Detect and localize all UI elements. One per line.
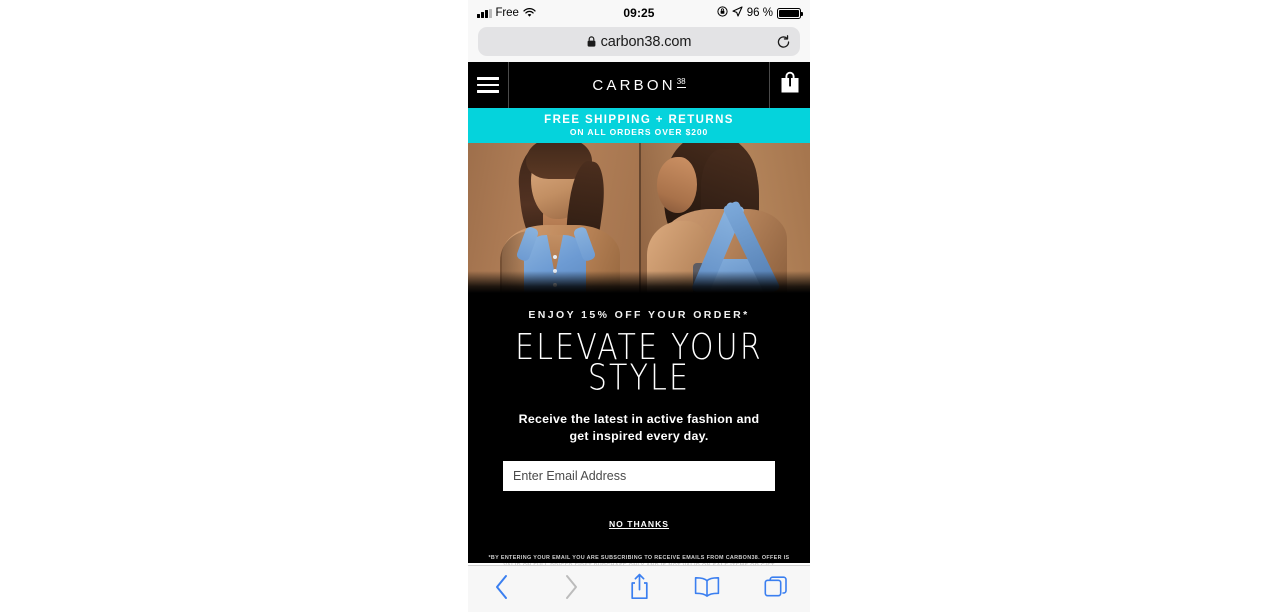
- email-field-row: [468, 460, 810, 492]
- chevron-right-icon: [562, 574, 579, 605]
- status-bar-right: 96 %: [717, 6, 803, 20]
- menu-button[interactable]: [468, 62, 508, 108]
- screenshot-canvas: Free 09:25 96 % carbon38.com CARBON 38 F…: [0, 0, 1280, 612]
- mobile-browser-viewport: Free 09:25 96 % carbon38.com CARBON 38 F…: [468, 0, 810, 612]
- orientation-lock-icon: [717, 6, 728, 20]
- share-icon: [629, 573, 650, 605]
- shopping-bag-icon: [779, 71, 801, 99]
- ios-status-bar: Free 09:25 96 %: [468, 0, 810, 26]
- status-bar-left: Free: [477, 7, 536, 19]
- offer-eyebrow: ENJOY 15% OFF YOUR ORDER*: [528, 309, 750, 321]
- cart-button[interactable]: [770, 62, 810, 108]
- reload-icon[interactable]: [776, 34, 791, 49]
- site-logo[interactable]: CARBON 38: [509, 62, 769, 108]
- carrier-label: Free: [495, 7, 519, 19]
- back-button[interactable]: [468, 566, 536, 612]
- model-profile-face: [657, 157, 697, 213]
- logo-wordmark: CARBON: [592, 76, 676, 94]
- lock-icon: [587, 36, 596, 47]
- tabs-icon: [764, 575, 788, 604]
- signal-bars-icon: [477, 8, 492, 18]
- garment-button: [553, 255, 557, 259]
- logo-text-container: CARBON 38: [592, 76, 686, 94]
- no-thanks-link[interactable]: NO THANKS: [609, 519, 669, 529]
- chevron-left-icon: [494, 574, 511, 605]
- promo-banner[interactable]: FREE SHIPPING + RETURNS ON ALL ORDERS OV…: [468, 108, 810, 143]
- forward-button[interactable]: [536, 566, 604, 612]
- url-text: carbon38.com: [600, 33, 692, 50]
- promo-headline: FREE SHIPPING + RETURNS: [544, 114, 734, 126]
- site-header: CARBON 38: [468, 62, 810, 108]
- hero-gradient-overlay: [468, 271, 810, 293]
- decline-row: NO THANKS: [468, 492, 810, 532]
- share-button[interactable]: [605, 566, 673, 612]
- modal-headline: ELEVATE YOUR STYLE: [468, 330, 810, 396]
- modal-subtext: Receive the latest in active fashion and…: [518, 412, 760, 443]
- location-arrow-icon: [732, 6, 743, 20]
- tabs-button[interactable]: [742, 566, 810, 612]
- email-signup-modal: ENJOY 15% OFF YOUR ORDER* ELEVATE YOUR S…: [468, 293, 810, 577]
- email-input[interactable]: [502, 460, 776, 492]
- safari-bottom-toolbar: [468, 565, 810, 612]
- promo-subline: ON ALL ORDERS OVER $200: [569, 127, 709, 137]
- bookmarks-button[interactable]: [673, 566, 741, 612]
- battery-icon: [777, 7, 803, 19]
- battery-percent-label: 96 %: [746, 7, 773, 19]
- address-bar[interactable]: carbon38.com: [478, 27, 800, 56]
- hero-image: [468, 143, 810, 293]
- wifi-icon: [523, 8, 536, 18]
- book-icon: [694, 576, 720, 603]
- safari-url-bar-container: carbon38.com: [468, 26, 810, 62]
- hamburger-menu-icon: [477, 77, 499, 93]
- logo-superscript: 38: [676, 76, 686, 88]
